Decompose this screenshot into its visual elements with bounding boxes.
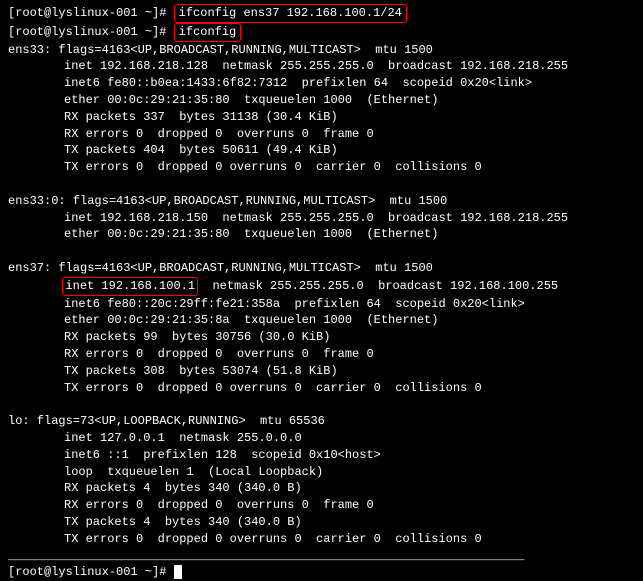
ens37-inet-line: inet 192.168.100.1 netmask 255.255.255.0…: [8, 277, 635, 296]
ens33-0-header: ens33:0: flags=4163<UP,BROADCAST,RUNNING…: [8, 193, 635, 210]
ens37-header: ens37: flags=4163<UP,BROADCAST,RUNNING,M…: [8, 260, 635, 277]
ens33-inet6: inet6 fe80::b0ea:1433:6f82:7312 prefixle…: [8, 75, 635, 92]
lo-header: lo: flags=73<UP,LOOPBACK,RUNNING> mtu 65…: [8, 413, 635, 430]
ens37-inet-addr: inet 192.168.100.1: [65, 279, 195, 293]
ens33-rxe: RX errors 0 dropped 0 overruns 0 frame 0: [8, 126, 635, 143]
ens33-rxp: RX packets 337 bytes 31138 (30.4 KiB): [8, 109, 635, 126]
shell-prompt: [root@lyslinux-001 ~]#: [8, 25, 166, 39]
ens37-txp: TX packets 308 bytes 53074 (51.8 KiB): [8, 363, 635, 380]
lo-txe: TX errors 0 dropped 0 overruns 0 carrier…: [8, 531, 635, 548]
highlight-ens37-inet: inet 192.168.100.1: [62, 277, 198, 296]
shell-prompt: [root@lyslinux-001 ~]#: [8, 6, 166, 20]
shell-prompt: [root@lyslinux-001 ~]#: [8, 565, 174, 579]
ens33-0-ether: ether 00:0c:29:21:35:80 txqueuelen 1000 …: [8, 226, 635, 243]
highlight-cmd-1: ifconfig ens37 192.168.100.1/24: [174, 4, 407, 23]
ens33-header: ens33: flags=4163<UP,BROADCAST,RUNNING,M…: [8, 42, 635, 59]
ens37-inet-rest: netmask 255.255.255.0 broadcast 192.168.…: [198, 279, 558, 293]
lo-loop: loop txqueuelen 1 (Local Loopback): [8, 464, 635, 481]
ens33-0-inet: inet 192.168.218.150 netmask 255.255.255…: [8, 210, 635, 227]
prompt-line-3[interactable]: [root@lyslinux-001 ~]#: [8, 564, 635, 581]
separator-line: ________________________________________…: [8, 548, 635, 565]
lo-rxp: RX packets 4 bytes 340 (340.0 B): [8, 480, 635, 497]
ens33-txp: TX packets 404 bytes 50611 (49.4 KiB): [8, 142, 635, 159]
ens37-rxe: RX errors 0 dropped 0 overruns 0 frame 0: [8, 346, 635, 363]
ens37-txe: TX errors 0 dropped 0 overruns 0 carrier…: [8, 380, 635, 397]
lo-inet: inet 127.0.0.1 netmask 255.0.0.0: [8, 430, 635, 447]
highlight-cmd-2: ifconfig: [174, 23, 242, 42]
ens37-rxp: RX packets 99 bytes 30756 (30.0 KiB): [8, 329, 635, 346]
command-text[interactable]: ifconfig: [179, 25, 237, 39]
cursor-icon: [174, 565, 182, 579]
ens37-ether: ether 00:0c:29:21:35:8a txqueuelen 1000 …: [8, 312, 635, 329]
prompt-line-2: [root@lyslinux-001 ~]# ifconfig: [8, 23, 635, 42]
ens33-ether: ether 00:0c:29:21:35:80 txqueuelen 1000 …: [8, 92, 635, 109]
ens33-inet: inet 192.168.218.128 netmask 255.255.255…: [8, 58, 635, 75]
ens33-txe: TX errors 0 dropped 0 overruns 0 carrier…: [8, 159, 635, 176]
lo-inet6: inet6 ::1 prefixlen 128 scopeid 0x10<hos…: [8, 447, 635, 464]
lo-txp: TX packets 4 bytes 340 (340.0 B): [8, 514, 635, 531]
lo-rxe: RX errors 0 dropped 0 overruns 0 frame 0: [8, 497, 635, 514]
command-text[interactable]: ifconfig ens37 192.168.100.1/24: [179, 6, 402, 20]
prompt-line-1: [root@lyslinux-001 ~]# ifconfig ens37 19…: [8, 4, 635, 23]
ens37-inet6: inet6 fe80::20c:29ff:fe21:358a prefixlen…: [8, 296, 635, 313]
